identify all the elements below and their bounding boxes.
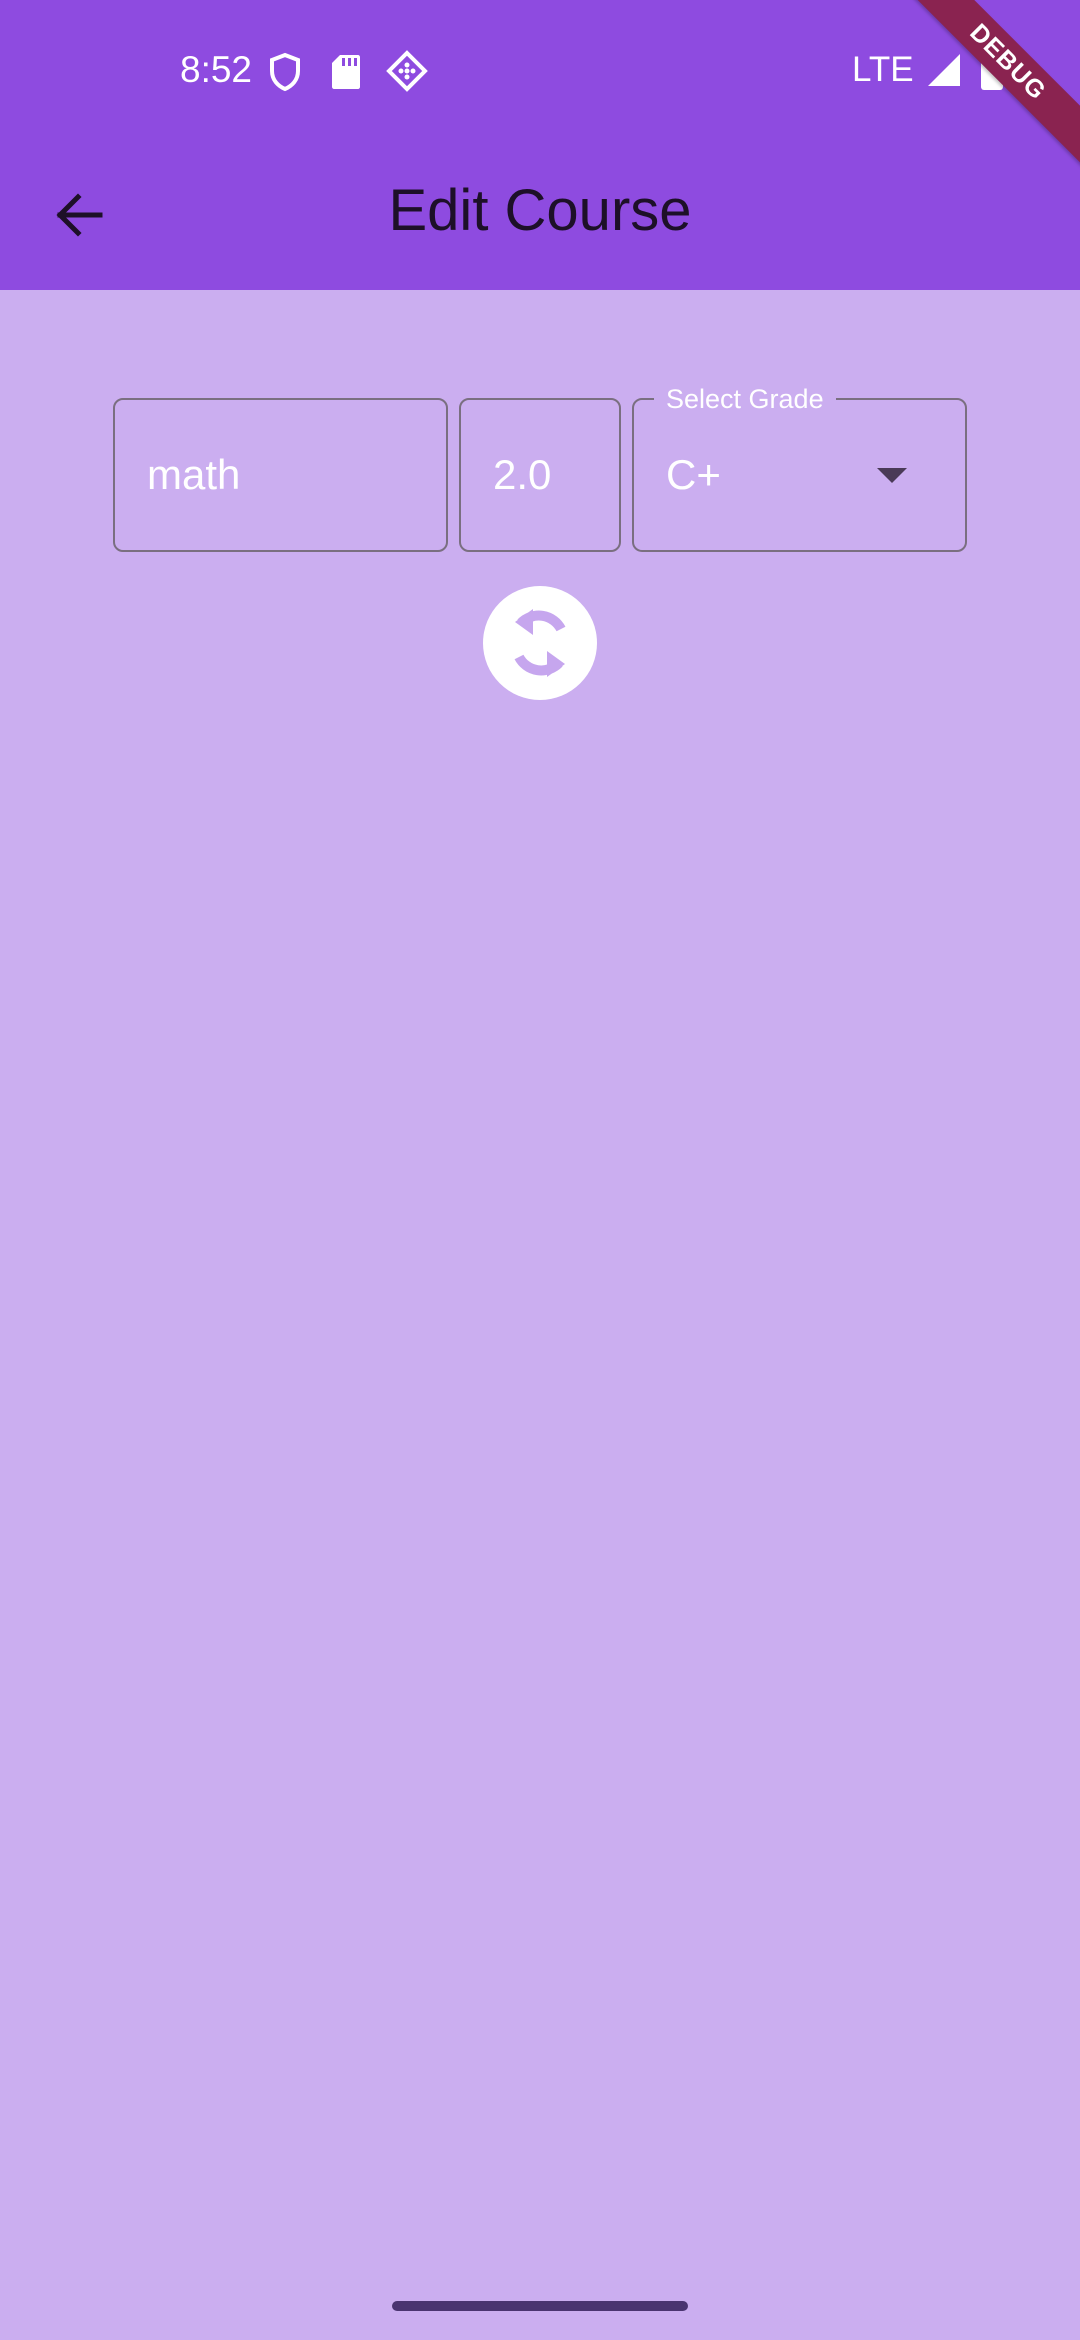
home-indicator[interactable] [392, 2301, 688, 2311]
app-diamond-icon [386, 50, 428, 97]
signal-icon [926, 52, 962, 93]
course-name-field[interactable] [113, 398, 448, 552]
course-name-input[interactable] [147, 451, 426, 499]
status-bar: 8:52 LTE DEBUG [0, 0, 1080, 169]
status-time: 8:52 [180, 49, 253, 90]
network-type: LTE [852, 50, 914, 89]
sd-card-icon [330, 53, 362, 96]
app-bar: Edit Course [0, 140, 1080, 290]
refresh-button[interactable] [483, 586, 597, 700]
refresh-icon [514, 609, 566, 677]
grade-dropdown[interactable]: Select Grade C+ [632, 384, 967, 552]
grade-selected-value: C+ [666, 451, 721, 498]
dropdown-arrow-icon[interactable] [877, 468, 907, 483]
shield-icon [268, 52, 302, 97]
credits-field[interactable] [459, 398, 621, 552]
top-area: 8:52 LTE DEBUG Edit Course [0, 0, 1080, 290]
credits-input[interactable] [493, 451, 605, 499]
page-title: Edit Course [388, 178, 692, 243]
